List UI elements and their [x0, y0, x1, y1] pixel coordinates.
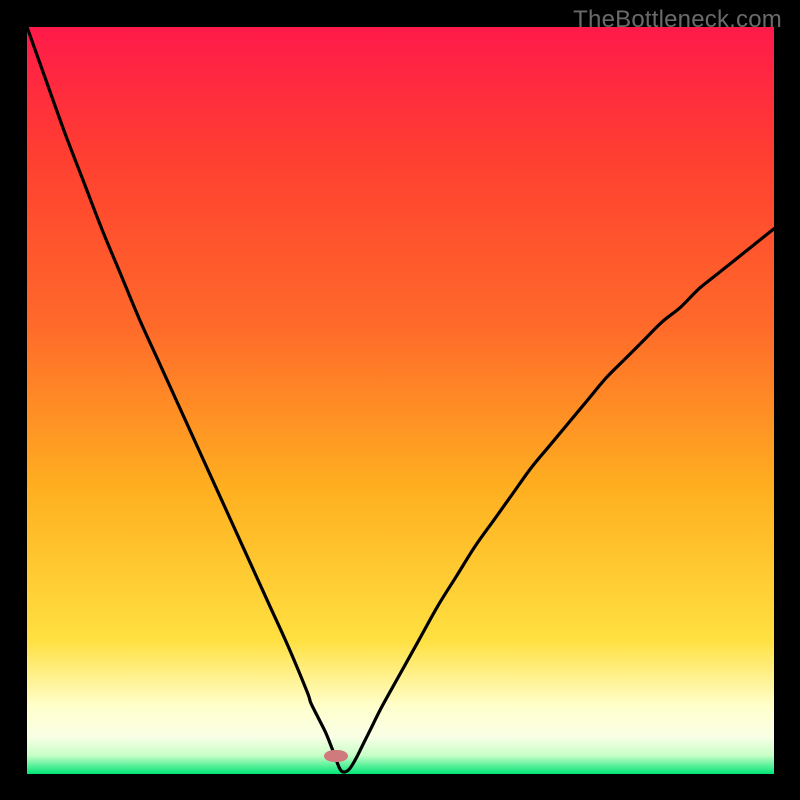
- minimum-marker: [324, 750, 348, 762]
- chart-frame: TheBottleneck.com: [0, 0, 800, 800]
- gradient-background: [27, 27, 774, 774]
- bottleneck-chart: [27, 27, 774, 774]
- watermark-text: TheBottleneck.com: [573, 6, 782, 34]
